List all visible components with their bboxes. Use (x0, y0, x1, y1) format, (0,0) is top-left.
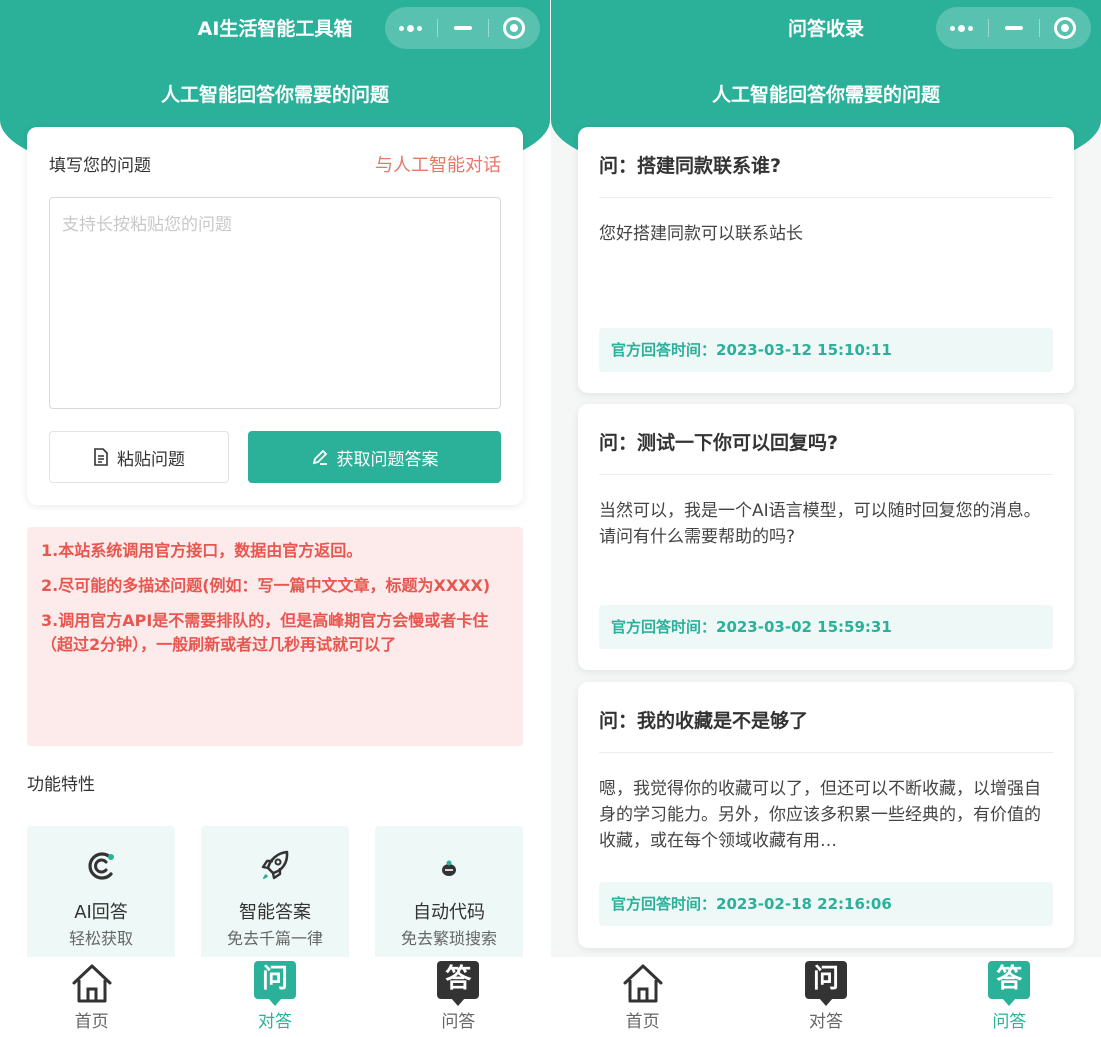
feature-name: 自动代码 (413, 902, 485, 923)
mini-program-capsule (936, 7, 1091, 49)
qa-question: 问：我的收藏是不是够了 (599, 710, 809, 732)
feature-desc: 免去千篇一律 (226, 929, 323, 948)
nav-title-text: AI生活智能工具箱 (197, 18, 353, 40)
more-dots-icon (950, 24, 974, 32)
tab-qa[interactable]: 答 问答 (918, 957, 1101, 1037)
close-target-icon (1054, 17, 1077, 39)
minimize-icon (453, 26, 472, 30)
more-dots-icon (399, 24, 423, 32)
close-target-icon (503, 17, 526, 39)
feature-name: AI回答 (74, 902, 128, 923)
paste-question-button[interactable]: 粘贴问题 (49, 431, 229, 483)
document-icon (94, 448, 108, 466)
qa-bubble-icon: 答 (988, 961, 1031, 1006)
qa-records-screen: 问答收录 人工智能回答你需要的问题 问：搭建同款联系谁? 您好搭建同款可以联系站… (551, 0, 1101, 1037)
question-label: 填写您的问题 (49, 156, 151, 176)
feature-auto-code[interactable]: 自动代码 免去繁琐搜索 (375, 826, 523, 966)
tab-chat[interactable]: 问 对答 (183, 957, 366, 1037)
ai-logo-icon (88, 852, 114, 880)
close-button[interactable] (488, 7, 540, 49)
code-icon (442, 860, 456, 876)
tab-qa-label: 问答 (992, 1012, 1027, 1032)
tab-bar: 首页 问 对答 答 问答 (551, 957, 1101, 1037)
get-answer-button[interactable]: 获取问题答案 (248, 431, 501, 483)
notice-item: 2.尽可能的多描述问题(例如：写一篇中文文章，标题为XXXX) (41, 576, 491, 595)
qa-answer-time: 官方回答时间：2023-02-18 22:16:06 (599, 882, 1053, 926)
divider (599, 474, 1053, 475)
qa-answer: 当然可以，我是一个AI语言模型，可以随时回复您的消息。请问有什么需要帮助的吗? (599, 501, 1041, 547)
tab-home-label: 首页 (74, 1012, 109, 1032)
qa-bubble-icon: 答 (437, 961, 480, 1006)
divider (599, 197, 1053, 198)
page-subtitle: 人工智能回答你需要的问题 (160, 84, 389, 106)
qa-record-card[interactable]: 问：我的收藏是不是够了 嗯，我觉得你的收藏可以了，但还可以不断收藏，以增强自身的… (578, 682, 1074, 948)
ask-screen: AI生活智能工具箱 人工智能回答你需要的问题 填写您的问题 与人工智能对话 粘贴… (0, 0, 550, 1037)
tab-home[interactable]: 首页 (551, 957, 734, 1037)
question-card: 填写您的问题 与人工智能对话 粘贴问题 获取问题答案 (27, 127, 523, 505)
tab-qa[interactable]: 答 问答 (367, 957, 550, 1037)
chat-bubble-icon: 问 (804, 961, 847, 1006)
home-icon (623, 964, 663, 1003)
pencil-icon (312, 449, 327, 465)
feature-name: 智能答案 (239, 902, 311, 923)
tab-chat-label: 对答 (257, 1012, 292, 1032)
notice-item: 1.本站系统调用官方接口，数据由官方返回。 (41, 541, 363, 560)
close-button[interactable] (1039, 7, 1091, 49)
page-subtitle: 人工智能回答你需要的问题 (711, 84, 940, 106)
ai-chat-link[interactable]: 与人工智能对话 (375, 151, 501, 177)
qa-question: 问：搭建同款联系谁? (599, 155, 782, 177)
notice-box: 1.本站系统调用官方接口，数据由官方返回。 2.尽可能的多描述问题(例如：写一篇… (27, 527, 523, 746)
tab-chat[interactable]: 问 对答 (734, 957, 917, 1037)
qa-answer-time: 官方回答时间：2023-03-02 15:59:31 (599, 605, 1053, 649)
tab-chat-label: 对答 (808, 1012, 843, 1032)
qa-answer-time: 官方回答时间：2023-03-12 15:10:11 (599, 328, 1053, 372)
minimize-button[interactable] (987, 7, 1040, 49)
tab-qa-label: 问答 (441, 1012, 476, 1032)
tab-bar: 首页 问 对答 答 问答 (0, 957, 550, 1037)
chat-bubble-icon: 问 (253, 961, 296, 1006)
features-title: 功能特性 (27, 775, 95, 795)
qa-answer: 嗯，我觉得你的收藏可以了，但还可以不断收藏，以增强自身的学习能力。另外，你应该多… (599, 779, 1041, 851)
feature-desc: 轻松获取 (68, 929, 133, 948)
minimize-button[interactable] (436, 7, 489, 49)
more-button[interactable] (385, 7, 437, 49)
question-input[interactable] (49, 197, 501, 409)
get-answer-label: 获取问题答案 (336, 449, 439, 470)
feature-ai-answer[interactable]: AI回答 轻松获取 (27, 826, 175, 966)
minimize-icon (1004, 26, 1023, 30)
feature-desc: 免去繁琐搜索 (400, 929, 497, 948)
paste-question-label: 粘贴问题 (117, 449, 185, 470)
rocket-icon (261, 850, 289, 880)
divider (599, 752, 1053, 753)
qa-question: 问：测试一下你可以回复吗? (599, 432, 839, 454)
feature-smart-answer[interactable]: 智能答案 免去千篇一律 (201, 826, 349, 966)
qa-record-card[interactable]: 问：测试一下你可以回复吗? 当然可以，我是一个AI语言模型，可以随时回复您的消息… (578, 404, 1074, 670)
more-button[interactable] (936, 7, 988, 49)
tab-home-label: 首页 (625, 1012, 660, 1032)
notice-item: 3.调用官方API是不需要排队的，但是高峰期官方会慢或者卡住（超过2分钟），一般… (41, 611, 489, 654)
mini-program-capsule (385, 7, 540, 49)
qa-answer: 您好搭建同款可以联系站长 (599, 224, 803, 244)
tab-home[interactable]: 首页 (0, 957, 183, 1037)
home-icon (72, 964, 112, 1003)
qa-record-card[interactable]: 问：搭建同款联系谁? 您好搭建同款可以联系站长 官方回答时间：2023-03-1… (578, 127, 1074, 393)
